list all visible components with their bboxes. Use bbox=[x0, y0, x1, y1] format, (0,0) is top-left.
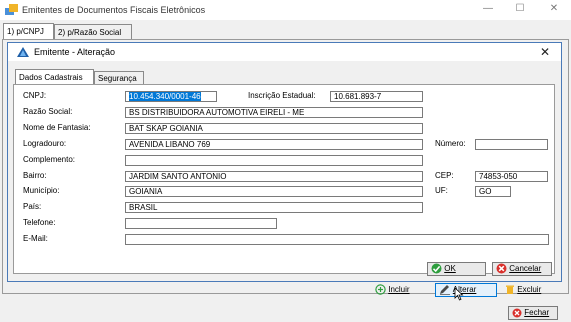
tab-seguranca[interactable]: Segurança bbox=[94, 71, 144, 85]
pais-field[interactable]: BRASIL bbox=[125, 202, 423, 213]
cancelar-label: Cancelar bbox=[509, 264, 542, 273]
municipio-label: Município: bbox=[23, 186, 60, 195]
numero-field[interactable] bbox=[475, 139, 548, 150]
bairro-label: Bairro: bbox=[23, 171, 47, 180]
cancel-circle-icon bbox=[496, 263, 507, 274]
numero-label: Número: bbox=[435, 139, 466, 148]
tab-p-razao-social[interactable]: 2) p/Razão Social bbox=[54, 24, 132, 39]
check-circle-icon bbox=[431, 263, 442, 274]
pais-label: País: bbox=[23, 202, 42, 211]
window-close-button[interactable]: ✕ bbox=[548, 3, 560, 14]
cep-label: CEP: bbox=[435, 171, 454, 180]
email-label: E-Mail: bbox=[23, 234, 48, 243]
cancelar-button[interactable]: Cancelar bbox=[492, 262, 552, 276]
emitente-dialog: Emitente - Alteração ✕ Dados Cadastrais … bbox=[7, 42, 562, 282]
close-circle-icon bbox=[512, 308, 522, 318]
incluir-button[interactable]: Incluir bbox=[375, 284, 410, 296]
plus-circle-icon bbox=[375, 284, 386, 296]
complemento-label: Complemento: bbox=[23, 155, 76, 164]
uf-label: UF: bbox=[435, 186, 448, 195]
excluir-button[interactable]: Excluir bbox=[505, 284, 541, 296]
telefone-field[interactable] bbox=[125, 218, 277, 229]
pencil-icon bbox=[440, 285, 450, 296]
complemento-field[interactable] bbox=[125, 155, 423, 166]
razao-social-label: Razão Social: bbox=[23, 107, 73, 116]
incluir-label: Incluir bbox=[388, 285, 410, 294]
logradouro-label: Logradouro: bbox=[23, 139, 67, 148]
email-field[interactable] bbox=[125, 234, 549, 245]
window-title: Emitentes de Documentos Fiscais Eletrôni… bbox=[22, 5, 206, 15]
nome-fantasia-field[interactable]: BAT SKAP GOIANIA bbox=[125, 123, 423, 134]
window-titlebar: Emitentes de Documentos Fiscais Eletrôni… bbox=[0, 0, 571, 20]
dialog-titlebar: Emitente - Alteração ✕ bbox=[8, 43, 561, 61]
inscricao-estadual-field[interactable]: 10.681.893-7 bbox=[330, 91, 423, 102]
fechar-button[interactable]: Fechar bbox=[508, 306, 558, 320]
municipio-field[interactable]: GOIANIA bbox=[125, 186, 423, 197]
cnpj-field[interactable]: 10.454.340/0001-46 bbox=[125, 91, 217, 102]
razao-social-field[interactable]: BS DISTRIBUIDORA AUTOMOTIVA EIRELI - ME bbox=[125, 107, 423, 118]
trash-icon bbox=[506, 285, 514, 295]
uf-field[interactable]: GO bbox=[475, 186, 511, 197]
tab-dados-cadastrais[interactable]: Dados Cadastrais bbox=[15, 69, 94, 85]
fechar-label: Fechar bbox=[524, 308, 550, 317]
cnpj-label: CNPJ: bbox=[23, 91, 47, 100]
app-icon bbox=[5, 4, 18, 15]
telefone-label: Telefone: bbox=[23, 218, 56, 227]
dialog-title: Emitente - Alteração bbox=[34, 47, 116, 57]
ok-button[interactable]: OK bbox=[427, 262, 486, 276]
cep-field[interactable]: 74853-050 bbox=[475, 171, 548, 182]
alterar-button[interactable]: Alterar bbox=[435, 283, 497, 297]
bairro-field[interactable]: JARDIM SANTO ANTONIO bbox=[125, 171, 423, 182]
excluir-label: Excluir bbox=[517, 285, 542, 294]
mouse-cursor-icon bbox=[454, 287, 464, 301]
maximize-button[interactable]: ☐ bbox=[514, 3, 526, 14]
tab-p-cnpj[interactable]: 1) p/CNPJ bbox=[3, 23, 54, 39]
dados-cadastrais-panel: CNPJ: 10.454.340/0001-46 Inscrição Estad… bbox=[13, 84, 555, 274]
nome-fantasia-label: Nome de Fantasia: bbox=[23, 123, 91, 132]
ok-label: OK bbox=[444, 264, 456, 273]
minimize-button[interactable]: — bbox=[482, 3, 494, 14]
cnpj-value: 10.454.340/0001-46 bbox=[129, 92, 201, 101]
logradouro-field[interactable]: AVENIDA LIBANO 769 bbox=[125, 139, 423, 150]
triangle-logo-icon bbox=[17, 47, 29, 57]
inscricao-estadual-label: Inscrição Estadual: bbox=[248, 91, 316, 100]
dialog-close-icon[interactable]: ✕ bbox=[540, 45, 550, 59]
